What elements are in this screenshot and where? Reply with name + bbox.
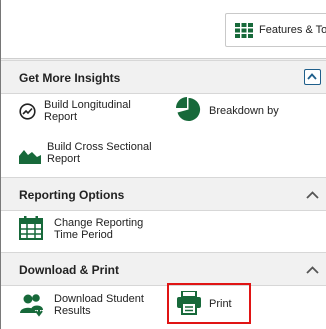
collapse-toggle[interactable] bbox=[304, 69, 321, 85]
build-longitudinal-report-item[interactable]: Build Longitudinal Report bbox=[19, 96, 159, 128]
item-label-line2: Report bbox=[47, 153, 81, 165]
area-chart-icon bbox=[19, 150, 41, 164]
change-reporting-time-period-item[interactable]: Change Reporting Time Period bbox=[19, 214, 169, 246]
features-and-tools-label: Features & Tools bbox=[259, 24, 326, 36]
section-header-download-print[interactable]: Download & Print bbox=[1, 252, 326, 286]
section-header-reporting-options[interactable]: Reporting Options bbox=[1, 177, 326, 211]
calendar-icon bbox=[19, 216, 43, 240]
trend-circle-icon bbox=[19, 103, 36, 120]
features-and-tools-button[interactable]: Features & Tools bbox=[225, 13, 326, 47]
chevron-up-icon bbox=[307, 73, 317, 80]
features-panel: Features & Tools Get More Insights Build… bbox=[0, 0, 326, 329]
pie-chart-icon bbox=[176, 97, 201, 121]
users-download-icon bbox=[20, 294, 43, 317]
item-label-line1: Change Reporting bbox=[54, 217, 144, 229]
breakdown-by-item[interactable]: Breakdown by bbox=[176, 97, 296, 127]
grid-icon bbox=[235, 23, 253, 38]
item-label-line1: Build Cross Sectional bbox=[47, 141, 152, 153]
build-cross-sectional-report-item[interactable]: Build Cross Sectional Report bbox=[19, 138, 169, 170]
top-bar: Features & Tools bbox=[1, 0, 326, 59]
chevron-up-icon[interactable] bbox=[304, 263, 321, 277]
section-title: Reporting Options bbox=[19, 188, 125, 202]
item-label-line1: Build Longitudinal bbox=[44, 99, 131, 111]
item-label: Breakdown by bbox=[209, 105, 279, 117]
item-label-line1: Download Student bbox=[54, 293, 144, 305]
item-label-line2: Results bbox=[54, 305, 91, 317]
download-student-results-item[interactable]: Download Student Results bbox=[19, 291, 159, 323]
item-label-line2: Time Period bbox=[54, 229, 113, 241]
section-header-get-more-insights[interactable]: Get More Insights bbox=[1, 60, 326, 94]
item-label-line2: Report bbox=[44, 111, 78, 123]
section-title: Download & Print bbox=[19, 263, 119, 277]
section-title: Get More Insights bbox=[19, 71, 121, 85]
chevron-up-icon[interactable] bbox=[304, 188, 321, 202]
print-highlight-box bbox=[167, 283, 251, 324]
